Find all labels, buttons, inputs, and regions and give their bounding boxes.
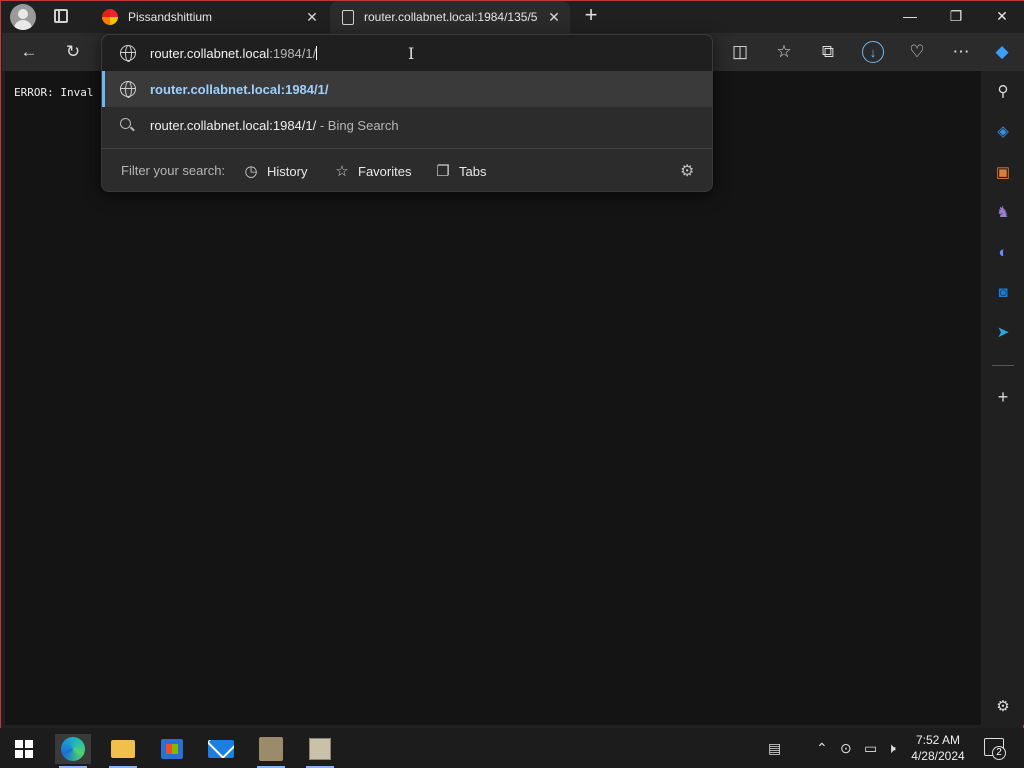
network-icon[interactable]: ▭ — [864, 740, 877, 757]
sidebar: ⚲ ◈ ▣ ♞ ◐ ◙ ➤ + ⚙ — [983, 71, 1024, 725]
tab-close-icon[interactable]: ✕ — [304, 9, 320, 26]
taskbar-tool-app[interactable] — [253, 734, 289, 768]
tools-briefcase-icon[interactable]: ▣ — [993, 163, 1013, 183]
address-autocomplete-text: :1984/1/ — [269, 46, 317, 61]
suggestion-search[interactable]: router.collabnet.local:1984/1/ - Bing Se… — [102, 107, 712, 143]
search-icon[interactable]: ⚲ — [993, 82, 1013, 102]
shopping-tag-icon[interactable]: ◈ — [993, 122, 1013, 142]
close-window-button[interactable]: ✕ — [979, 1, 1024, 33]
globe-icon — [120, 45, 136, 62]
page-icon — [342, 9, 354, 25]
profile-avatar-icon[interactable] — [10, 4, 36, 30]
edge-icon — [61, 737, 85, 761]
sidebar-divider — [992, 365, 1014, 366]
store-icon — [161, 739, 183, 759]
windows-logo-icon — [15, 740, 33, 758]
telegram-icon[interactable]: ➤ — [993, 323, 1013, 343]
filter-label: Filter your search: — [121, 163, 226, 178]
tools-app-icon — [259, 737, 283, 761]
outlook-icon[interactable]: ◙ — [993, 283, 1013, 303]
browser-essentials-icon[interactable]: ♡ — [906, 41, 928, 63]
filter-history-button[interactable]: ◷ History — [242, 162, 307, 180]
start-button[interactable] — [6, 734, 42, 764]
suggestion-url[interactable]: router.collabnet.local:1984/1/ — [102, 71, 712, 107]
minimize-button[interactable]: — — [887, 1, 933, 33]
filter-tabs-button[interactable]: ❐ Tabs — [434, 162, 486, 180]
browser-window: Pissandshittium ✕ router.collabnet.local… — [0, 0, 1024, 768]
notification-count-badge: 2 — [992, 746, 1006, 760]
tab-router[interactable]: router.collabnet.local:1984/135/5 ✕ — [330, 1, 570, 33]
collections-icon[interactable]: ⧉ — [817, 41, 839, 63]
add-icon[interactable]: + — [993, 387, 1013, 407]
tab-pissandshittium[interactable]: Pissandshittium ✕ — [92, 1, 328, 33]
taskbar: ▤ ⌃ ⊙ ▭ 🕨 7:52 AM 4/28/2024 2 — [0, 728, 1024, 768]
copilot-sidebar-icon[interactable]: ◐ — [993, 243, 1013, 263]
copilot-icon[interactable]: ◆ — [991, 41, 1013, 63]
folder-icon — [111, 740, 135, 758]
suggestion-text: router.collabnet.local:1984/1/ - Bing Se… — [150, 118, 399, 133]
tab-actions-icon[interactable] — [54, 9, 68, 23]
text-cursor-icon: I — [408, 44, 415, 63]
rainbow-logo-icon — [102, 9, 118, 25]
clock-time: 7:52 AM — [915, 733, 961, 747]
error-text: ERROR: Inval — [14, 86, 94, 99]
address-bar-dropdown: router.collabnet.local:1984/1/ I router.… — [101, 34, 713, 192]
filter-favorites-button[interactable]: ☆ Favorites — [333, 162, 411, 180]
star-icon: ☆ — [335, 163, 349, 180]
refresh-icon[interactable]: ↻ — [62, 41, 84, 63]
clock-date: 4/28/2024 — [911, 749, 965, 763]
tab-label: router.collabnet.local:1984/135/5 — [364, 10, 538, 24]
history-clock-icon: ◷ — [244, 163, 258, 180]
taskbar-mail[interactable] — [203, 734, 239, 764]
settings-gear-icon[interactable]: ⚙ — [993, 697, 1013, 717]
meet-camera-icon[interactable]: ⊙ — [840, 740, 852, 757]
search-icon — [120, 118, 131, 129]
filter-bar: Filter your search: ◷ History ☆ Favorites … — [102, 149, 712, 191]
tab-strip: Pissandshittium ✕ router.collabnet.local… — [2, 1, 1024, 33]
tab-close-icon[interactable]: ✕ — [546, 9, 562, 26]
taskbar-file-explorer[interactable] — [105, 734, 141, 768]
show-hidden-icons-chevron-icon[interactable]: ⌃ — [816, 740, 828, 757]
taskbar-cube-app[interactable] — [302, 734, 338, 768]
back-arrow-icon[interactable]: ← — [18, 41, 40, 63]
text-caret — [316, 46, 318, 60]
address-typed-text: router.collabnet.local — [150, 46, 270, 61]
address-bar-input[interactable]: router.collabnet.local:1984/1/ I — [102, 35, 712, 71]
taskbar-edge[interactable] — [55, 734, 91, 768]
downloads-icon[interactable]: ↓ — [862, 41, 884, 63]
new-tab-button[interactable]: + — [580, 4, 602, 27]
news-widget-icon[interactable]: ▤ — [768, 740, 781, 757]
favorites-star-icon[interactable]: ☆ — [773, 41, 795, 63]
tabs-icon: ❐ — [436, 163, 450, 180]
taskbar-store[interactable] — [154, 734, 190, 764]
volume-muted-icon[interactable]: 🕨 — [887, 740, 896, 757]
games-icon[interactable]: ♞ — [993, 203, 1013, 223]
globe-icon — [120, 81, 136, 98]
restore-button[interactable]: ❐ — [933, 1, 979, 33]
suggestion-text: router.collabnet.local:1984/1/ — [150, 82, 329, 97]
cube-app-icon — [309, 738, 331, 760]
mail-icon — [208, 740, 234, 758]
settings-gear-icon[interactable]: ⚙ — [680, 161, 694, 181]
split-screen-icon[interactable]: ◫ — [729, 41, 751, 63]
system-clock[interactable]: 7:52 AM 4/28/2024 — [905, 732, 971, 764]
tab-label: Pissandshittium — [128, 10, 213, 24]
more-menu-icon[interactable]: ⋯ — [950, 41, 972, 63]
